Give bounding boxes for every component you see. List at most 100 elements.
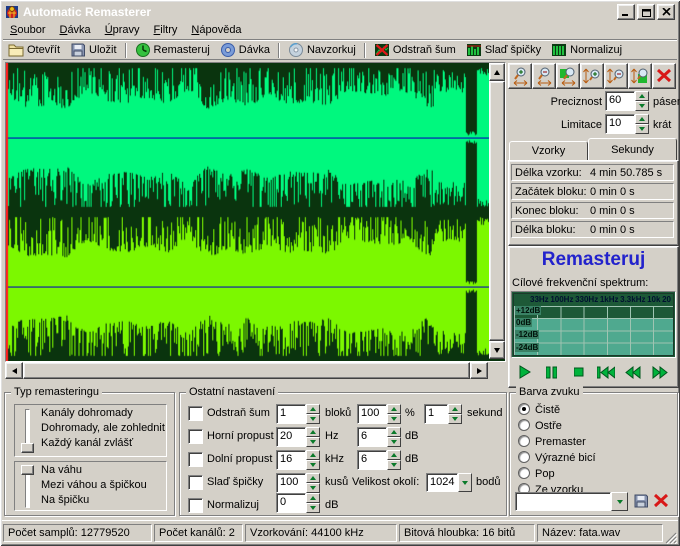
spin-down-button[interactable] xyxy=(306,503,320,513)
preciznost-up-button[interactable] xyxy=(635,91,649,101)
spin-up-button[interactable] xyxy=(306,493,320,503)
maximize-button[interactable] xyxy=(637,4,655,20)
spinner-input[interactable]: 100 xyxy=(357,404,387,424)
menu-napoveda[interactable]: Nápověda xyxy=(184,22,248,38)
minimize-button[interactable] xyxy=(617,4,635,20)
remaster-button[interactable]: Remasteruj xyxy=(130,41,215,59)
checkbox-normalizuj[interactable] xyxy=(188,498,203,513)
radio-ciste[interactable] xyxy=(518,403,530,415)
spin-down-button[interactable] xyxy=(306,460,320,470)
waveform-horizontal-scrollbar[interactable] xyxy=(5,362,488,379)
spinner-input[interactable]: 100 xyxy=(276,473,306,493)
preciznost-down-button[interactable] xyxy=(635,101,649,111)
tab-vzorky[interactable]: Vzorky xyxy=(509,141,588,161)
spin-up-button[interactable] xyxy=(387,450,401,460)
freq-label: 1kHz xyxy=(600,295,619,306)
checkbox-slad-spicky[interactable] xyxy=(188,475,203,490)
spinner-input[interactable]: 0 xyxy=(276,493,306,513)
denoise-button[interactable]: Odstraň šum xyxy=(369,41,461,59)
limitace-down-button[interactable] xyxy=(635,124,649,134)
menu-davka[interactable]: Dávka xyxy=(52,22,97,38)
match-peaks-button[interactable]: Slaď špičky xyxy=(461,41,546,59)
zoom-fit-horizontal-button[interactable] xyxy=(556,63,580,89)
skip-start-button[interactable] xyxy=(595,362,617,382)
spin-down-button[interactable] xyxy=(306,437,320,447)
menu-soubor[interactable]: Soubor xyxy=(3,22,52,38)
delete-sample-button[interactable] xyxy=(652,493,670,512)
toolbar-separator xyxy=(278,43,280,58)
scroll-down-button[interactable] xyxy=(489,341,505,359)
spin-down-button[interactable] xyxy=(387,414,401,424)
zoom-out-vertical-button[interactable] xyxy=(604,63,628,89)
radio-premaster[interactable] xyxy=(518,435,530,447)
spinner-input[interactable]: 1 xyxy=(276,404,306,424)
checkbox-horni-propust[interactable] xyxy=(188,429,203,444)
save-sample-button[interactable] xyxy=(633,493,649,512)
pause-button[interactable] xyxy=(541,362,563,382)
spinner-input[interactable]: 20 xyxy=(276,427,306,447)
spin-down-button[interactable] xyxy=(387,460,401,470)
batch-button[interactable]: Dávka xyxy=(215,41,275,59)
waveform-display[interactable] xyxy=(6,63,489,361)
spin-down-button[interactable] xyxy=(387,437,401,447)
spin-up-button[interactable] xyxy=(306,404,320,414)
resize-grip[interactable] xyxy=(665,532,677,544)
radio-pop[interactable] xyxy=(518,467,530,479)
spinner-input[interactable]: 16 xyxy=(276,450,306,470)
zoom-out-horizontal-button[interactable] xyxy=(532,63,556,89)
channel-mode-slider-thumb[interactable] xyxy=(21,443,34,453)
limitace-up-button[interactable] xyxy=(635,114,649,124)
menu-filtry[interactable]: Filtry xyxy=(147,22,185,38)
preciznost-input[interactable]: 60 xyxy=(605,91,635,111)
limitace-input[interactable]: 10 xyxy=(605,114,635,134)
weight-mode-slider-thumb[interactable] xyxy=(21,465,34,475)
remaster-action-button[interactable]: Remasteruj xyxy=(509,249,678,271)
checkbox-dolni-propust[interactable] xyxy=(188,452,203,467)
play-button[interactable] xyxy=(514,362,536,382)
waveform-vertical-scrollbar[interactable] xyxy=(489,63,505,359)
spectrum-grid[interactable]: +12dB 0dB -12dB -24dB xyxy=(514,306,673,355)
forward-button[interactable] xyxy=(649,362,671,382)
scroll-up-button[interactable] xyxy=(489,63,505,81)
radio-vyrazne-bici[interactable] xyxy=(518,451,530,463)
spin-up-button[interactable] xyxy=(387,427,401,437)
stop-button[interactable] xyxy=(568,362,590,382)
spin-up-button[interactable] xyxy=(448,404,462,414)
spinner-input[interactable]: 1 xyxy=(424,404,448,424)
resample-button[interactable]: Navzorkuj xyxy=(283,41,361,59)
spinner-input[interactable]: 6 xyxy=(357,450,387,470)
title-bar[interactable]: Automatic Remasterer xyxy=(3,3,677,21)
checkbox-odstran-sum[interactable] xyxy=(188,406,203,421)
scroll-right-button[interactable] xyxy=(470,362,488,379)
sample-combo[interactable] xyxy=(515,492,628,511)
tab-sekundy[interactable]: Sekundy xyxy=(588,138,677,161)
spin-down-button[interactable] xyxy=(448,414,462,424)
spin-down-button[interactable] xyxy=(306,483,320,493)
spin-down-button[interactable] xyxy=(306,414,320,424)
target-spectrum-display[interactable]: 33Hz 100Hz 330Hz 1kHz 3.3kHz 10k 20 +12d… xyxy=(511,291,676,358)
menu-upravy[interactable]: Úpravy xyxy=(98,22,147,38)
rewind-button[interactable] xyxy=(622,362,644,382)
zoom-fit-vertical-button[interactable] xyxy=(628,63,652,89)
spin-up-button[interactable] xyxy=(387,404,401,414)
horizontal-scroll-thumb[interactable] xyxy=(23,362,470,379)
velikost-okoli-combo[interactable]: 1024 xyxy=(426,473,472,492)
save-button[interactable]: Uložit xyxy=(65,41,122,59)
vertical-scroll-thumb[interactable] xyxy=(489,81,505,341)
close-button[interactable] xyxy=(657,4,675,20)
open-button[interactable]: Otevřít xyxy=(3,41,65,59)
combo-dropdown-button[interactable] xyxy=(458,473,472,492)
spin-up-button[interactable] xyxy=(306,473,320,483)
combo-value[interactable] xyxy=(515,492,611,511)
zoom-in-horizontal-button[interactable] xyxy=(508,63,532,89)
spin-up-button[interactable] xyxy=(306,450,320,460)
close-view-button[interactable] xyxy=(652,63,676,89)
radio-ostre[interactable] xyxy=(518,419,530,431)
normalize-button[interactable]: Normalizuj xyxy=(546,41,627,59)
combo-dropdown-button[interactable] xyxy=(611,492,628,511)
spin-up-button[interactable] xyxy=(306,427,320,437)
scroll-left-button[interactable] xyxy=(5,362,23,379)
combo-value[interactable]: 1024 xyxy=(426,473,458,492)
spinner-input[interactable]: 6 xyxy=(357,427,387,447)
zoom-in-vertical-button[interactable] xyxy=(580,63,604,89)
